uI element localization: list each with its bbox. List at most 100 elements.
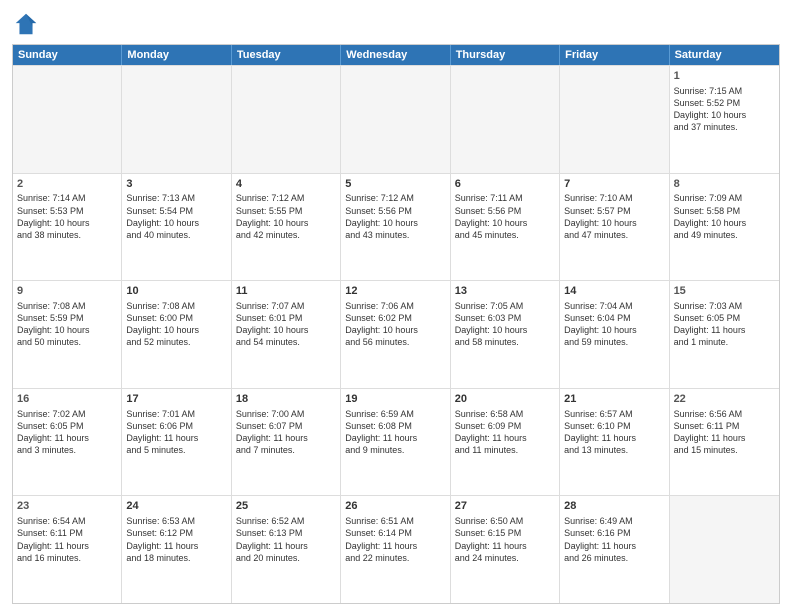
header-day-monday: Monday [122, 45, 231, 65]
day-cell-20: 20 Sunrise: 6:58 AM Sunset: 6:09 PM Dayli… [451, 389, 560, 496]
day-info: Sunrise: 7:10 AM Sunset: 5:57 PM Dayligh… [564, 193, 637, 239]
day-cell-18: 18 Sunrise: 7:00 AM Sunset: 6:07 PM Dayli… [232, 389, 341, 496]
day-number: 17 [126, 392, 226, 407]
day-number: 5 [345, 177, 445, 192]
day-info: Sunrise: 7:08 AM Sunset: 6:00 PM Dayligh… [126, 301, 199, 347]
day-cell-2: 2Sunrise: 7:14 AM Sunset: 5:53 PM Daylig… [13, 174, 122, 281]
day-number: 24 [126, 499, 226, 514]
calendar: SundayMondayTuesdayWednesdayThursdayFrid… [12, 44, 780, 604]
day-info: Sunrise: 7:12 AM Sunset: 5:55 PM Dayligh… [236, 193, 309, 239]
day-number: 11 [236, 284, 336, 299]
day-number: 28 [564, 499, 664, 514]
day-number: 13 [455, 284, 555, 299]
day-number: 14 [564, 284, 664, 299]
header [12, 10, 780, 38]
day-cell-15: 15 Sunrise: 7:03 AM Sunset: 6:05 PM Dayli… [670, 281, 779, 388]
day-cell-21: 21 Sunrise: 6:57 AM Sunset: 6:10 PM Dayli… [560, 389, 669, 496]
day-info: Sunrise: 6:52 AM Sunset: 6:13 PM Dayligh… [236, 516, 308, 562]
empty-cell [670, 496, 779, 603]
day-cell-3: 3Sunrise: 7:13 AM Sunset: 5:54 PM Daylig… [122, 174, 231, 281]
empty-cell [341, 66, 450, 173]
day-number: 1 [674, 69, 775, 84]
logo-icon [12, 10, 40, 38]
day-cell-4: 4Sunrise: 7:12 AM Sunset: 5:55 PM Daylig… [232, 174, 341, 281]
day-info: Sunrise: 7:07 AM Sunset: 6:01 PM Dayligh… [236, 301, 309, 347]
day-cell-5: 5Sunrise: 7:12 AM Sunset: 5:56 PM Daylig… [341, 174, 450, 281]
day-number: 26 [345, 499, 445, 514]
day-info: Sunrise: 6:59 AM Sunset: 6:08 PM Dayligh… [345, 409, 417, 455]
calendar-week-2: 2Sunrise: 7:14 AM Sunset: 5:53 PM Daylig… [13, 173, 779, 281]
day-cell-23: 23 Sunrise: 6:54 AM Sunset: 6:11 PM Dayli… [13, 496, 122, 603]
day-cell-22: 22Sunrise: 6:56 AM Sunset: 6:11 PM Dayli… [670, 389, 779, 496]
day-number: 27 [455, 499, 555, 514]
day-info: Sunrise: 6:53 AM Sunset: 6:12 PM Dayligh… [126, 516, 198, 562]
day-cell-19: 19 Sunrise: 6:59 AM Sunset: 6:08 PM Dayli… [341, 389, 450, 496]
empty-cell [232, 66, 341, 173]
day-cell-27: 27 Sunrise: 6:50 AM Sunset: 6:15 PM Dayli… [451, 496, 560, 603]
calendar-week-4: 16 Sunrise: 7:02 AM Sunset: 6:05 PM Dayli… [13, 388, 779, 496]
day-cell-11: 11 Sunrise: 7:07 AM Sunset: 6:01 PM Dayli… [232, 281, 341, 388]
day-number: 4 [236, 177, 336, 192]
day-cell-8: 8Sunrise: 7:09 AM Sunset: 5:58 PM Daylig… [670, 174, 779, 281]
day-info: Sunrise: 7:14 AM Sunset: 5:53 PM Dayligh… [17, 193, 90, 239]
page: SundayMondayTuesdayWednesdayThursdayFrid… [0, 0, 792, 612]
header-day-tuesday: Tuesday [232, 45, 341, 65]
day-info: Sunrise: 7:15 AM Sunset: 5:52 PM Dayligh… [674, 86, 747, 132]
day-number: 21 [564, 392, 664, 407]
day-cell-13: 13 Sunrise: 7:05 AM Sunset: 6:03 PM Dayli… [451, 281, 560, 388]
day-number: 7 [564, 177, 664, 192]
day-info: Sunrise: 7:11 AM Sunset: 5:56 PM Dayligh… [455, 193, 528, 239]
day-info: Sunrise: 7:04 AM Sunset: 6:04 PM Dayligh… [564, 301, 637, 347]
empty-cell [560, 66, 669, 173]
day-number: 15 [674, 284, 775, 299]
day-info: Sunrise: 7:13 AM Sunset: 5:54 PM Dayligh… [126, 193, 199, 239]
calendar-body: 1 Sunrise: 7:15 AM Sunset: 5:52 PM Daylig… [13, 65, 779, 603]
calendar-header: SundayMondayTuesdayWednesdayThursdayFrid… [13, 45, 779, 65]
day-info: Sunrise: 7:03 AM Sunset: 6:05 PM Dayligh… [674, 301, 746, 347]
header-day-sunday: Sunday [13, 45, 122, 65]
day-info: Sunrise: 6:50 AM Sunset: 6:15 PM Dayligh… [455, 516, 527, 562]
header-day-wednesday: Wednesday [341, 45, 450, 65]
header-day-friday: Friday [560, 45, 669, 65]
day-info: Sunrise: 7:05 AM Sunset: 6:03 PM Dayligh… [455, 301, 528, 347]
day-cell-9: 9 Sunrise: 7:08 AM Sunset: 5:59 PM Daylig… [13, 281, 122, 388]
day-info: Sunrise: 6:49 AM Sunset: 6:16 PM Dayligh… [564, 516, 636, 562]
day-cell-25: 25 Sunrise: 6:52 AM Sunset: 6:13 PM Dayli… [232, 496, 341, 603]
day-cell-24: 24 Sunrise: 6:53 AM Sunset: 6:12 PM Dayli… [122, 496, 231, 603]
day-info: Sunrise: 7:06 AM Sunset: 6:02 PM Dayligh… [345, 301, 418, 347]
day-number: 10 [126, 284, 226, 299]
day-info: Sunrise: 7:00 AM Sunset: 6:07 PM Dayligh… [236, 409, 308, 455]
day-cell-16: 16 Sunrise: 7:02 AM Sunset: 6:05 PM Dayli… [13, 389, 122, 496]
empty-cell [122, 66, 231, 173]
day-number: 25 [236, 499, 336, 514]
day-number: 23 [17, 499, 117, 514]
day-cell-10: 10 Sunrise: 7:08 AM Sunset: 6:00 PM Dayli… [122, 281, 231, 388]
day-cell-17: 17Sunrise: 7:01 AM Sunset: 6:06 PM Dayli… [122, 389, 231, 496]
day-number: 16 [17, 392, 117, 407]
empty-cell [451, 66, 560, 173]
day-cell-12: 12 Sunrise: 7:06 AM Sunset: 6:02 PM Dayli… [341, 281, 450, 388]
day-info: Sunrise: 7:08 AM Sunset: 5:59 PM Dayligh… [17, 301, 90, 347]
day-number: 12 [345, 284, 445, 299]
day-number: 20 [455, 392, 555, 407]
day-number: 19 [345, 392, 445, 407]
day-info: Sunrise: 7:02 AM Sunset: 6:05 PM Dayligh… [17, 409, 89, 455]
calendar-week-5: 23 Sunrise: 6:54 AM Sunset: 6:11 PM Dayli… [13, 495, 779, 603]
empty-cell [13, 66, 122, 173]
day-number: 6 [455, 177, 555, 192]
day-info: Sunrise: 6:54 AM Sunset: 6:11 PM Dayligh… [17, 516, 89, 562]
day-cell-14: 14 Sunrise: 7:04 AM Sunset: 6:04 PM Dayli… [560, 281, 669, 388]
calendar-week-3: 9 Sunrise: 7:08 AM Sunset: 5:59 PM Daylig… [13, 280, 779, 388]
day-cell-28: 28 Sunrise: 6:49 AM Sunset: 6:16 PM Dayli… [560, 496, 669, 603]
day-info: Sunrise: 6:58 AM Sunset: 6:09 PM Dayligh… [455, 409, 527, 455]
day-number: 9 [17, 284, 117, 299]
day-cell-6: 6Sunrise: 7:11 AM Sunset: 5:56 PM Daylig… [451, 174, 560, 281]
header-day-saturday: Saturday [670, 45, 779, 65]
day-number: 8 [674, 177, 775, 192]
day-info: Sunrise: 7:12 AM Sunset: 5:56 PM Dayligh… [345, 193, 418, 239]
day-cell-1: 1 Sunrise: 7:15 AM Sunset: 5:52 PM Daylig… [670, 66, 779, 173]
day-info: Sunrise: 6:57 AM Sunset: 6:10 PM Dayligh… [564, 409, 636, 455]
logo [12, 10, 44, 38]
day-number: 18 [236, 392, 336, 407]
day-info: Sunrise: 6:56 AM Sunset: 6:11 PM Dayligh… [674, 409, 746, 455]
